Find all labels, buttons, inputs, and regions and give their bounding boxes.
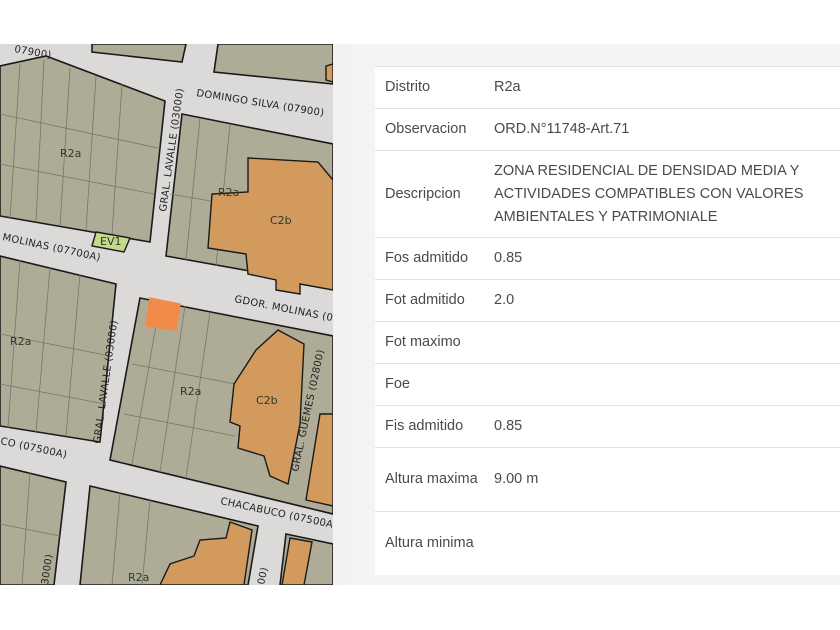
attribute-label: Altura minima [385,535,474,551]
attribute-value: ORD.N°11748-Art.71 [494,121,630,137]
attribute-label: Descripcion [385,185,461,202]
zone-top-right-orange[interactable] [325,63,333,83]
attribute-label: Fot maximo [385,334,461,350]
zone-label: C2b [256,394,278,407]
attribute-row-fot-admitido: Fot admitido 2.0 [375,280,840,322]
zoning-map[interactable]: R2a R2a C2b EV1 R2a R2a C2b R2a 07900) D… [0,44,333,585]
zone-label: R2a [60,147,81,160]
attributes-panel: Distrito R2a Observacion ORD.N°11748-Art… [351,44,840,585]
attribute-row-fot-maximo: Fot maximo [375,322,840,364]
zone-label: R2a [218,186,239,199]
attribute-row-fis-admitido: Fis admitido 0.85 [375,406,840,448]
attribute-label: Distrito [385,79,431,95]
zone-label: C2b [270,214,292,227]
attribute-label: Altura maxima [385,471,478,487]
zone-label: R2a [128,571,149,584]
attribute-row-observacion: Observacion ORD.N°11748-Art.71 [375,109,840,151]
attribute-label: Observacion [385,121,467,137]
panel-divider [333,44,351,585]
attribute-row-foe: Foe [375,364,840,406]
zone-label: R2a [10,335,31,348]
attribute-label: Foe [385,376,410,392]
attribute-row-descripcion: Descripcion ZONA RESIDENCIAL DE DENSIDAD… [375,151,840,238]
attribute-row-distrito: Distrito R2a [375,67,840,109]
attribute-row-altura-maxima: Altura maxima 9.00 m [375,448,840,512]
attribute-value: R2a [494,79,521,95]
attribute-value: 0.85 [494,250,523,266]
selected-parcel[interactable] [145,297,181,331]
attributes-table: Distrito R2a Observacion ORD.N°11748-Art… [375,66,840,575]
attribute-value: 0.85 [494,418,523,434]
attribute-row-fos-admitido: Fos admitido 0.85 [375,238,840,280]
block-bottom-left[interactable] [0,465,67,585]
attribute-value: ZONA RESIDENCIAL DE DENSIDAD MEDIA Y ACT… [494,162,804,225]
zone-label: EV1 [100,235,121,248]
attribute-label: Fos admitido [385,250,469,266]
attribute-label: Fot admitido [385,292,465,308]
attribute-value: 9.00 m [494,471,539,487]
zone-label: R2a [180,385,201,398]
attribute-row-altura-minima: Altura minima [375,512,840,575]
attribute-value: 2.0 [494,292,515,308]
attribute-label: Fis admitido [385,418,464,434]
